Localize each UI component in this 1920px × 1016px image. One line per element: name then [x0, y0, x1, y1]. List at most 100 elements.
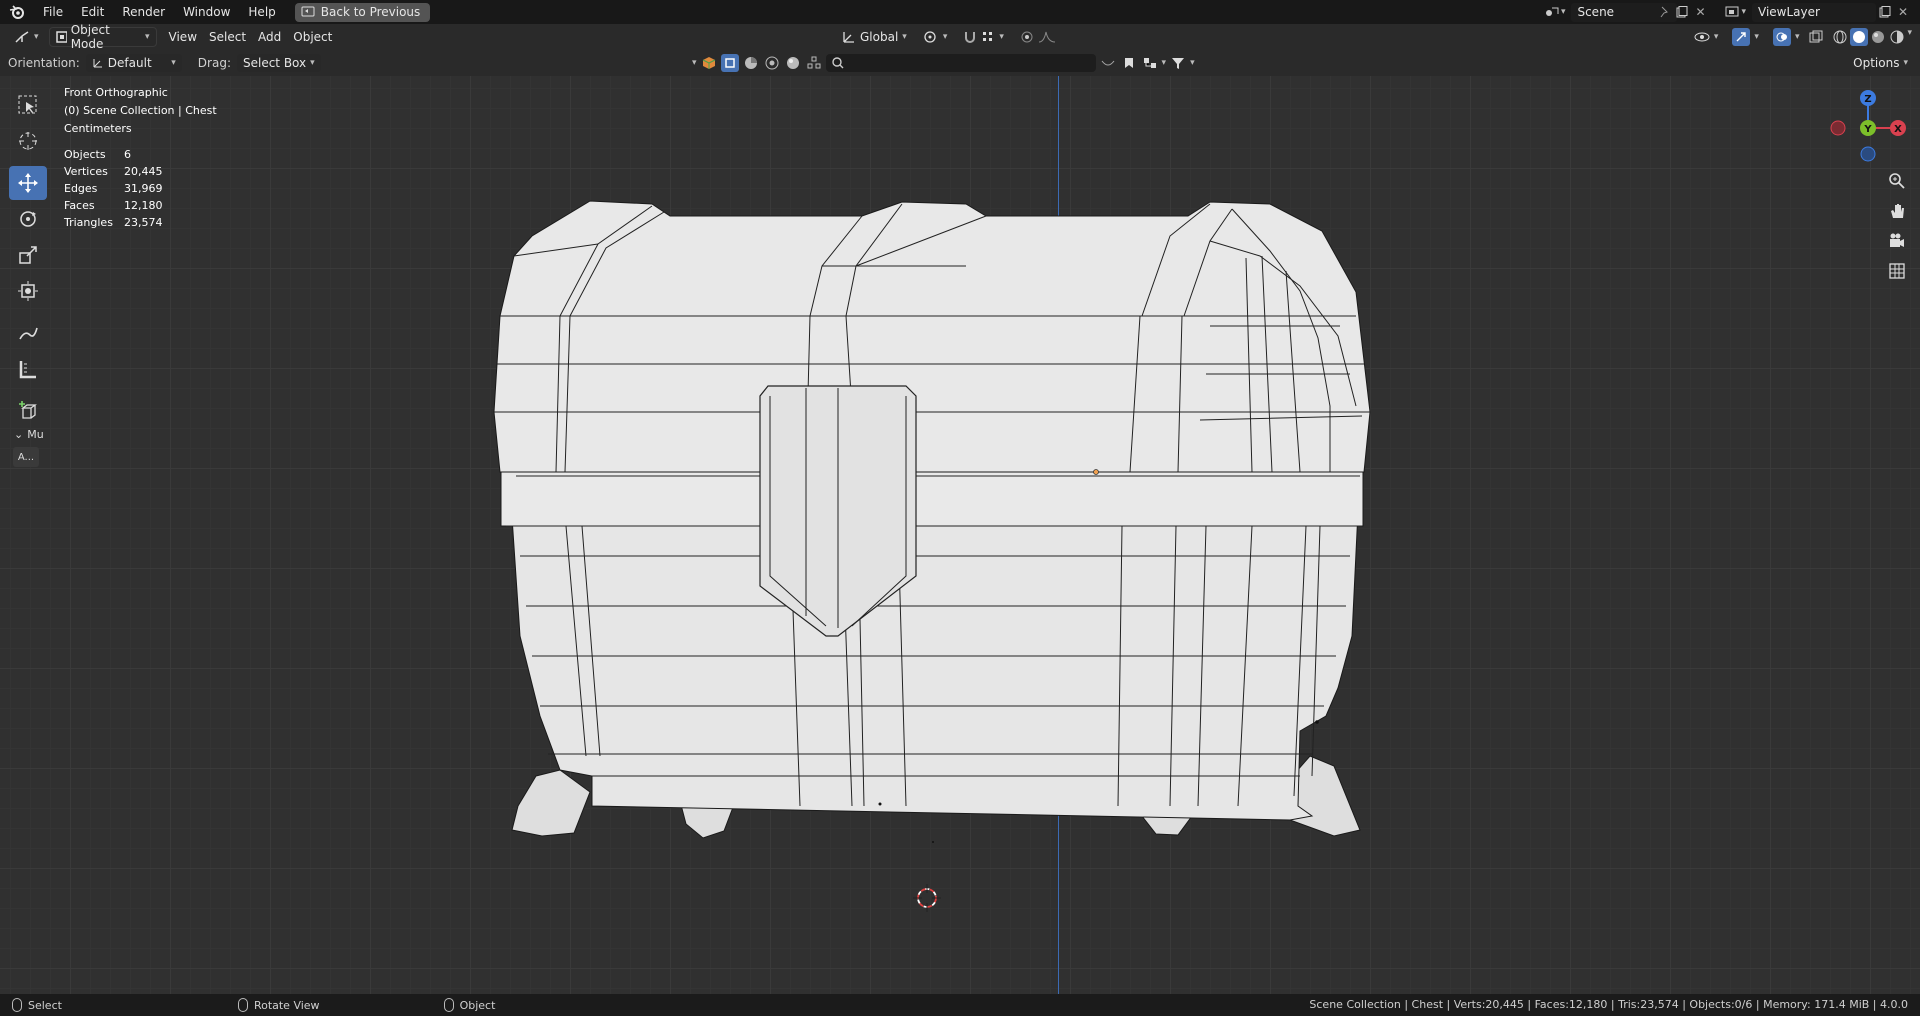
operator-panel-button[interactable]: A...	[13, 447, 39, 467]
snap-toggle[interactable]: ▾	[957, 27, 1010, 47]
perspective-grid-icon[interactable]	[1884, 258, 1910, 284]
light-filter-icon[interactable]	[763, 54, 781, 72]
gizmo-x-label: X	[1894, 124, 1902, 135]
orientation-selector[interactable]: Default ▾	[85, 54, 182, 72]
overlays-toggle[interactable]: ▾	[1767, 27, 1806, 47]
mode-label: Object Mode	[70, 23, 110, 51]
status-middle-click: Rotate View	[237, 998, 320, 1012]
mesh-filter-icon[interactable]	[720, 54, 739, 72]
pivot-point-selector[interactable]: ▾	[917, 27, 954, 47]
material-shading-icon[interactable]	[1869, 28, 1887, 46]
stat-label: Objects	[64, 148, 106, 161]
proportional-editing-toggle[interactable]	[1014, 27, 1062, 47]
close-scene-icon[interactable]: ✕	[1691, 3, 1709, 21]
viewport-text-info: Front Orthographic (0) Scene Collection …	[64, 84, 217, 231]
chevron-down-icon: ▾	[1560, 7, 1566, 17]
solid-shading-icon[interactable]	[1850, 28, 1869, 46]
xray-toggle-icon[interactable]	[1807, 28, 1825, 46]
camera-view-icon[interactable]	[1884, 228, 1910, 254]
chevron-down-icon: ▾	[34, 32, 39, 42]
blender-logo-icon[interactable]	[0, 0, 34, 24]
chest-mesh[interactable]	[0, 76, 1920, 994]
view-layer-field[interactable]: ViewLayer	[1752, 2, 1876, 22]
search-input[interactable]	[825, 54, 1096, 72]
rendered-shading-icon[interactable]	[1888, 28, 1906, 46]
measure-tool[interactable]	[9, 352, 47, 386]
menu-object[interactable]: Object	[287, 27, 338, 47]
menu-edit[interactable]: Edit	[72, 0, 113, 24]
pan-hand-icon[interactable]	[1884, 198, 1910, 224]
new-view-layer-icon[interactable]	[1876, 3, 1894, 21]
view-layer-icon[interactable]	[1723, 3, 1741, 21]
menu-view[interactable]: View	[163, 27, 203, 47]
menu-render[interactable]: Render	[113, 0, 174, 24]
drag-selector[interactable]: Select Box ▾	[236, 54, 321, 72]
scene-selector-area: ▾ Scene ✕ ▾ ViewLayer ✕	[1543, 0, 1920, 24]
transform-orientation-selector[interactable]: Global ▾	[836, 27, 913, 47]
operator-panel-label: Mu	[27, 428, 44, 441]
menu-file[interactable]: File	[34, 0, 72, 24]
bookmark-icon[interactable]	[1120, 54, 1138, 72]
tool-settings-bar: Orientation: Default ▾ Drag: Select Box …	[0, 50, 1920, 76]
view-name: Front Orthographic	[64, 86, 168, 99]
annotate-tool[interactable]	[9, 316, 47, 350]
scene-statistics: Objects 6 Vertices 20,445 Edges 31,969 Face…	[64, 146, 217, 231]
stat-value: 31,969	[124, 182, 163, 195]
select-box-tool[interactable]	[9, 88, 47, 122]
close-view-layer-icon[interactable]: ✕	[1894, 3, 1912, 21]
navigation-gizmo[interactable]: Z X Y	[1826, 80, 1916, 170]
3d-cursor-icon	[913, 884, 941, 912]
status-middle-label: Rotate View	[253, 998, 320, 1012]
operator-panel-toggle[interactable]: ⌄ Mu	[14, 428, 44, 441]
visibility-selector[interactable]: ▾	[1688, 27, 1725, 47]
menu-window[interactable]: Window	[174, 0, 239, 24]
add-cube-tool[interactable]	[9, 394, 47, 428]
chevron-down-icon: ▾	[1907, 28, 1912, 38]
add-cube-icon	[19, 401, 37, 419]
stat-value: 6	[124, 148, 131, 161]
back-to-previous-label: Back to Previous	[320, 5, 421, 19]
cursor-icon	[19, 132, 37, 150]
snap-grid-icon	[983, 32, 993, 41]
scale-tool[interactable]	[9, 238, 47, 272]
scene-browse-icon[interactable]	[1543, 3, 1561, 21]
mouse-left-icon	[12, 998, 22, 1012]
options-dropdown[interactable]: Options ▾	[1847, 53, 1914, 73]
3d-viewport[interactable]: ⌄ Mu A... Front Orthographic (0) Scene C…	[0, 76, 1920, 994]
stat-value: 23,574	[124, 216, 163, 229]
node-filter-icon[interactable]	[805, 54, 823, 72]
hierarchy-icon[interactable]	[1141, 54, 1159, 72]
menu-help[interactable]: Help	[239, 0, 284, 24]
transform-tool[interactable]	[9, 274, 47, 308]
back-screen-icon	[301, 6, 315, 17]
back-to-previous-button[interactable]: Back to Previous	[294, 2, 431, 22]
viewport-header: ▾ Object Mode ▾ View Select Add Object G…	[0, 23, 1920, 51]
wireframe-shading-icon[interactable]	[1831, 28, 1849, 46]
editor-type-selector[interactable]: ▾	[8, 27, 45, 47]
mode-selector[interactable]: Object Mode ▾	[48, 23, 157, 51]
top-menu-bar: File Edit Render Window Help Back to Pre…	[0, 0, 1920, 24]
chevron-down-icon: ▾	[310, 58, 315, 68]
filter-arc-icon[interactable]	[1099, 54, 1117, 72]
move-tool[interactable]	[9, 166, 47, 200]
chest-band	[500, 471, 1364, 527]
menu-select[interactable]: Select	[203, 27, 252, 47]
rotate-icon	[20, 211, 36, 227]
menu-add[interactable]: Add	[252, 27, 287, 47]
gizmo-icon	[1732, 28, 1751, 46]
new-scene-icon[interactable]	[1673, 3, 1691, 21]
object-type-icon[interactable]	[700, 54, 718, 72]
cursor-tool[interactable]	[9, 124, 47, 158]
units-label: Centimeters	[64, 122, 132, 135]
material-filter-icon[interactable]	[742, 54, 760, 72]
rotate-tool[interactable]	[9, 202, 47, 236]
pin-icon[interactable]	[1655, 3, 1673, 21]
zoom-icon[interactable]	[1884, 168, 1910, 194]
orientation-label: Orientation:	[8, 56, 80, 70]
scale-icon	[19, 246, 37, 264]
falloff-curve-icon	[1038, 31, 1055, 43]
funnel-filter-icon[interactable]	[1169, 54, 1187, 72]
chest-lid	[493, 200, 1371, 473]
world-filter-icon[interactable]	[784, 54, 802, 72]
gizmo-toggle[interactable]: ▾	[1726, 27, 1765, 47]
